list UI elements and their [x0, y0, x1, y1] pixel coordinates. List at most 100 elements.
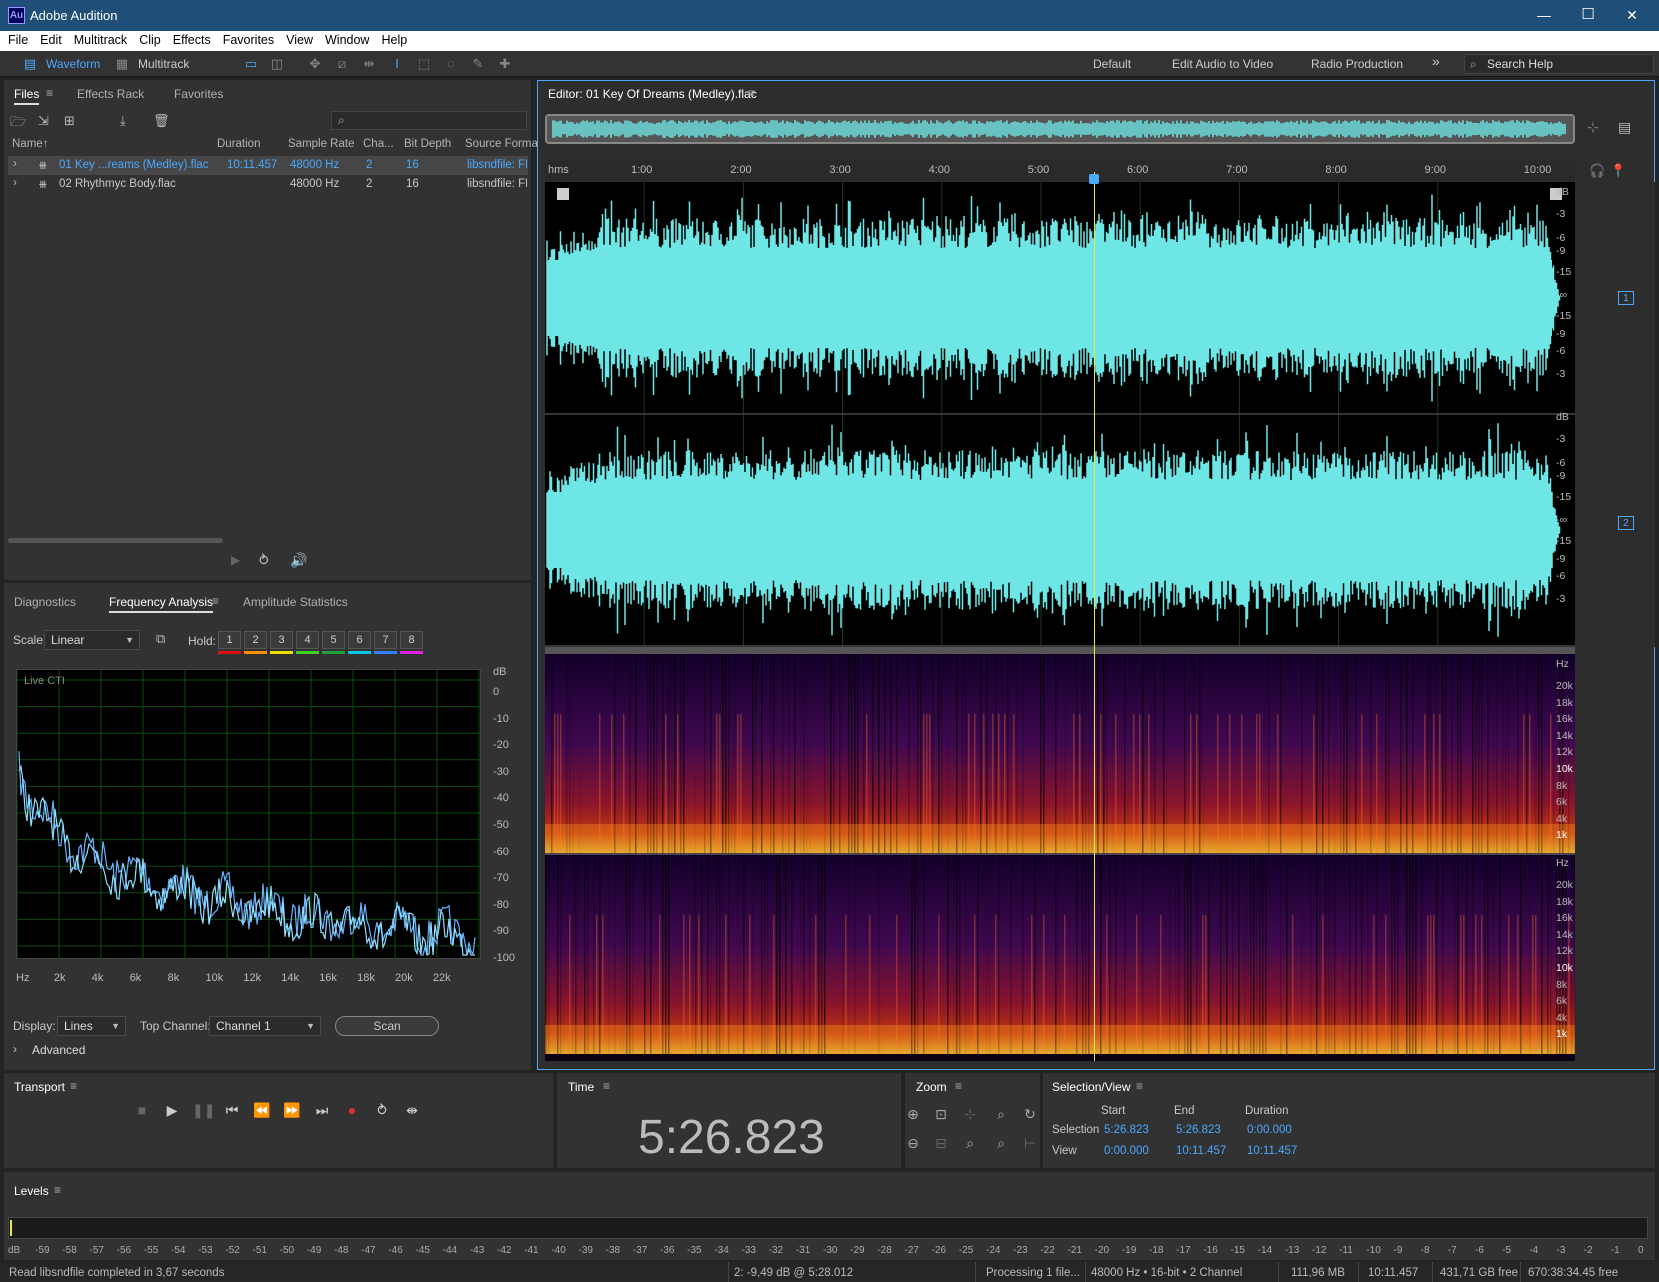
tab-diagnostics[interactable]: Diagnostics	[14, 595, 76, 609]
play-icon[interactable]: ▶	[162, 1100, 182, 1120]
levels-menu-icon[interactable]: ≡	[54, 1183, 61, 1197]
playhead[interactable]	[1093, 172, 1095, 1061]
zoom-fit-icon[interactable]: ⌕	[991, 1133, 1011, 1153]
zoom-track-icon[interactable]: ⊢	[1020, 1133, 1040, 1153]
stop-icon[interactable]: ■	[132, 1100, 152, 1120]
new-file-icon[interactable]: ⊞	[64, 113, 75, 129]
fast-forward-icon[interactable]: ⏩	[282, 1100, 302, 1120]
workspace-default[interactable]: Default	[1093, 57, 1131, 71]
hold-button-2[interactable]: 2	[244, 631, 267, 649]
insert-icon[interactable]: ⤓	[120, 113, 126, 129]
loop-icon[interactable]: ⥁	[372, 1100, 392, 1120]
workspace-edit-audio-to-video[interactable]: Edit Audio to Video	[1172, 57, 1273, 71]
menu-multitrack[interactable]: Multitrack	[74, 31, 127, 47]
menu-help[interactable]: Help	[381, 31, 407, 47]
waveform-view-icon[interactable]: ▭	[242, 55, 260, 73]
loop-icon[interactable]: ⥁	[259, 552, 269, 569]
analysis-menu-icon[interactable]: ≡	[212, 594, 219, 608]
tab-favorites[interactable]: Favorites	[174, 87, 223, 101]
menu-clip[interactable]: Clip	[139, 31, 161, 47]
col-source-format[interactable]: Source Forma	[465, 138, 538, 150]
tab-effects-rack[interactable]: Effects Rack	[77, 87, 144, 101]
fade-in-handle-icon[interactable]	[557, 188, 569, 200]
hold-button-4[interactable]: 4	[296, 631, 319, 649]
zoom-reset-icon[interactable]: ⊹	[1587, 119, 1599, 136]
hold-button-7[interactable]: 7	[374, 631, 397, 649]
play-icon[interactable]: ▶	[231, 553, 240, 567]
hold-button-8[interactable]: 8	[400, 631, 423, 649]
advanced-toggle[interactable]: Advanced	[32, 1043, 85, 1057]
hold-button-5[interactable]: 5	[322, 631, 345, 649]
minimize-button[interactable]: —	[1522, 0, 1566, 31]
advanced-expand-icon[interactable]: ›	[13, 1042, 17, 1056]
playhead-handle[interactable]	[1088, 174, 1099, 184]
hold-button-6[interactable]: 6	[348, 631, 371, 649]
files-panel-menu-icon[interactable]: ≡	[46, 86, 53, 100]
top-channel-select[interactable]: Channel 1 ▼	[209, 1016, 321, 1036]
transport-menu-icon[interactable]: ≡	[70, 1079, 77, 1093]
spectral-view-icon[interactable]: ◫	[268, 55, 286, 73]
col-name[interactable]: Name↑	[12, 138, 48, 150]
headphones-icon[interactable]: 🎧	[1589, 163, 1605, 179]
sv-view-end[interactable]: 10:11.457	[1176, 1145, 1226, 1157]
menu-file[interactable]: File	[8, 31, 28, 47]
zoom-out-point-icon[interactable]: ⌕	[960, 1133, 980, 1153]
rewind-icon[interactable]: ⏪	[252, 1100, 272, 1120]
sv-view-duration[interactable]: 10:11.457	[1247, 1145, 1297, 1157]
tab-files[interactable]: Files	[14, 87, 40, 105]
overview-navigator[interactable]	[545, 114, 1575, 144]
menu-edit[interactable]: Edit	[40, 31, 62, 47]
hold-button-1[interactable]: 1	[218, 631, 241, 649]
zoom-in-selection-icon[interactable]: ⊡	[931, 1104, 951, 1124]
zoom-in-point-icon[interactable]: ⊹	[960, 1104, 980, 1124]
col-sample-rate[interactable]: Sample Rate	[288, 138, 354, 150]
sv-selection-start[interactable]: 5:26.823	[1104, 1124, 1149, 1136]
files-search-input[interactable]: ⌕	[331, 111, 527, 130]
spot-heal-icon[interactable]: ✚	[496, 55, 514, 73]
zoom-out-full-icon[interactable]: ⊟	[931, 1133, 951, 1153]
menu-view[interactable]: View	[286, 31, 313, 47]
skip-back-icon[interactable]: ⏮	[222, 1100, 242, 1120]
horizontal-scrollbar[interactable]	[8, 538, 223, 543]
scan-button[interactable]: Scan	[335, 1016, 439, 1036]
slip-tool-icon[interactable]: ⇹	[360, 55, 378, 73]
selection-view-menu-icon[interactable]: ≡	[1136, 1079, 1143, 1093]
search-help-input[interactable]: ⌕ Search Help	[1464, 54, 1654, 74]
tab-frequency-analysis[interactable]: Frequency Analysis	[109, 595, 214, 613]
workspace-radio-production[interactable]: Radio Production	[1311, 57, 1403, 71]
pause-icon[interactable]: ❚❚	[192, 1100, 215, 1120]
more-workspaces-button[interactable]: »	[1432, 53, 1440, 69]
advanced-options-icon[interactable]: ⧉	[156, 631, 165, 647]
lasso-icon[interactable]: ◌	[442, 55, 460, 73]
razor-tool-icon[interactable]: ⧄	[333, 55, 351, 73]
expand-icon[interactable]: ›	[13, 158, 17, 170]
multitrack-button[interactable]: Multitrack	[138, 55, 189, 73]
expand-icon[interactable]: ›	[13, 177, 17, 189]
import-icon[interactable]: ⇲	[38, 113, 49, 129]
speaker-icon[interactable]: 🔊	[290, 552, 307, 569]
delete-icon[interactable]: 🗑	[153, 113, 170, 129]
scale-select[interactable]: Linear ▼	[44, 630, 140, 650]
zoom-rotate-icon[interactable]: ↻	[1020, 1104, 1040, 1124]
skip-selection-icon[interactable]: ⇼	[402, 1100, 422, 1120]
editor-menu-icon[interactable]: ≡	[748, 86, 755, 100]
skip-forward-icon[interactable]: ⏭	[312, 1100, 332, 1120]
col-duration[interactable]: Duration	[217, 138, 260, 150]
menu-effects[interactable]: Effects	[173, 31, 211, 47]
record-icon[interactable]: ●	[342, 1100, 362, 1120]
col-bit-depth[interactable]: Bit Depth	[404, 138, 451, 150]
sv-selection-duration[interactable]: 0:00.000	[1247, 1124, 1292, 1136]
pin-icon[interactable]: 📍	[1610, 163, 1626, 179]
spectral-display-icon[interactable]: ▤	[1618, 119, 1631, 136]
display-splitter[interactable]	[545, 647, 1575, 654]
brush-icon[interactable]: ✎	[469, 55, 487, 73]
marquee-icon[interactable]: ⬚	[415, 55, 433, 73]
close-button[interactable]: ✕	[1610, 0, 1654, 31]
waveform-button[interactable]: Waveform	[46, 55, 100, 73]
move-tool-icon[interactable]: ✥	[306, 55, 324, 73]
tab-amplitude-statistics[interactable]: Amplitude Statistics	[243, 595, 348, 609]
zoom-to-selection-icon[interactable]: ⌕	[991, 1104, 1011, 1124]
menu-window[interactable]: Window	[325, 31, 369, 47]
sv-view-start[interactable]: 0:00.000	[1104, 1145, 1149, 1157]
menu-favorites[interactable]: Favorites	[223, 31, 274, 47]
